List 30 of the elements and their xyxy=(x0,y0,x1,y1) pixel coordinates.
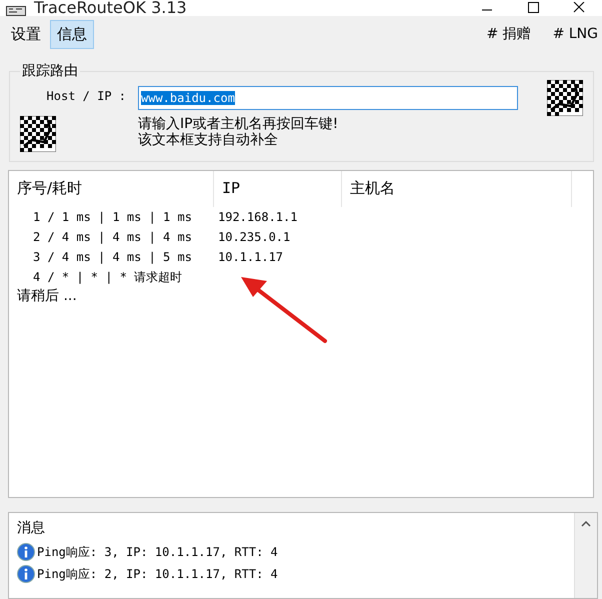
message-text: Ping响应: 3, IP: 10.1.1.17, RTT: 4 xyxy=(37,544,278,560)
host-label: Host / IP : xyxy=(46,89,126,103)
status-text: 请稍后 ... xyxy=(16,287,78,305)
table-cell-text: 1 / 1 ms | 1 ms | 1 ms xyxy=(32,210,193,224)
menu-link[interactable]: # 捐赠 xyxy=(486,25,531,43)
column-header[interactable]: 主机名 xyxy=(342,171,572,207)
hint-text: 请输入IP或者主机名再按回车键! xyxy=(138,116,340,132)
column-header[interactable]: 序号/耗时 xyxy=(9,171,214,207)
table-cell-text: 10.235.0.1 xyxy=(217,230,292,244)
table-cell-text: 192.168.1.1 xyxy=(217,210,298,224)
group-title: 跟踪路由 xyxy=(21,62,79,80)
table-cell-text: 10.1.1.17 xyxy=(217,250,284,264)
route-grid-icon xyxy=(20,116,56,152)
scroll-up-icon[interactable] xyxy=(581,521,591,527)
menu-item[interactable]: 信息 xyxy=(50,20,94,48)
menu-item[interactable]: 设置 xyxy=(4,20,48,48)
window-title: TraceRouteOK 3.13 xyxy=(34,0,187,16)
info-icon xyxy=(17,565,35,583)
route-grid-icon xyxy=(547,80,583,116)
info-icon xyxy=(17,543,35,561)
app-icon xyxy=(6,6,26,16)
table-cell-text: 4 / * | * | * 请求超时 xyxy=(32,268,184,286)
menu-link[interactable]: # LNG xyxy=(552,26,598,42)
message-title: 消息 xyxy=(17,519,46,537)
message-text: Ping响应: 2, IP: 10.1.1.17, RTT: 4 xyxy=(37,566,278,582)
host-input-field[interactable]: www.baidu.com xyxy=(138,86,518,110)
table-cell-text: 3 / 4 ms | 4 ms | 5 ms xyxy=(32,250,193,264)
table-cell-text: 2 / 4 ms | 4 ms | 4 ms xyxy=(32,230,193,244)
hint-text: 该文本框支持自动补全 xyxy=(138,132,279,148)
column-header[interactable]: IP xyxy=(214,171,342,207)
